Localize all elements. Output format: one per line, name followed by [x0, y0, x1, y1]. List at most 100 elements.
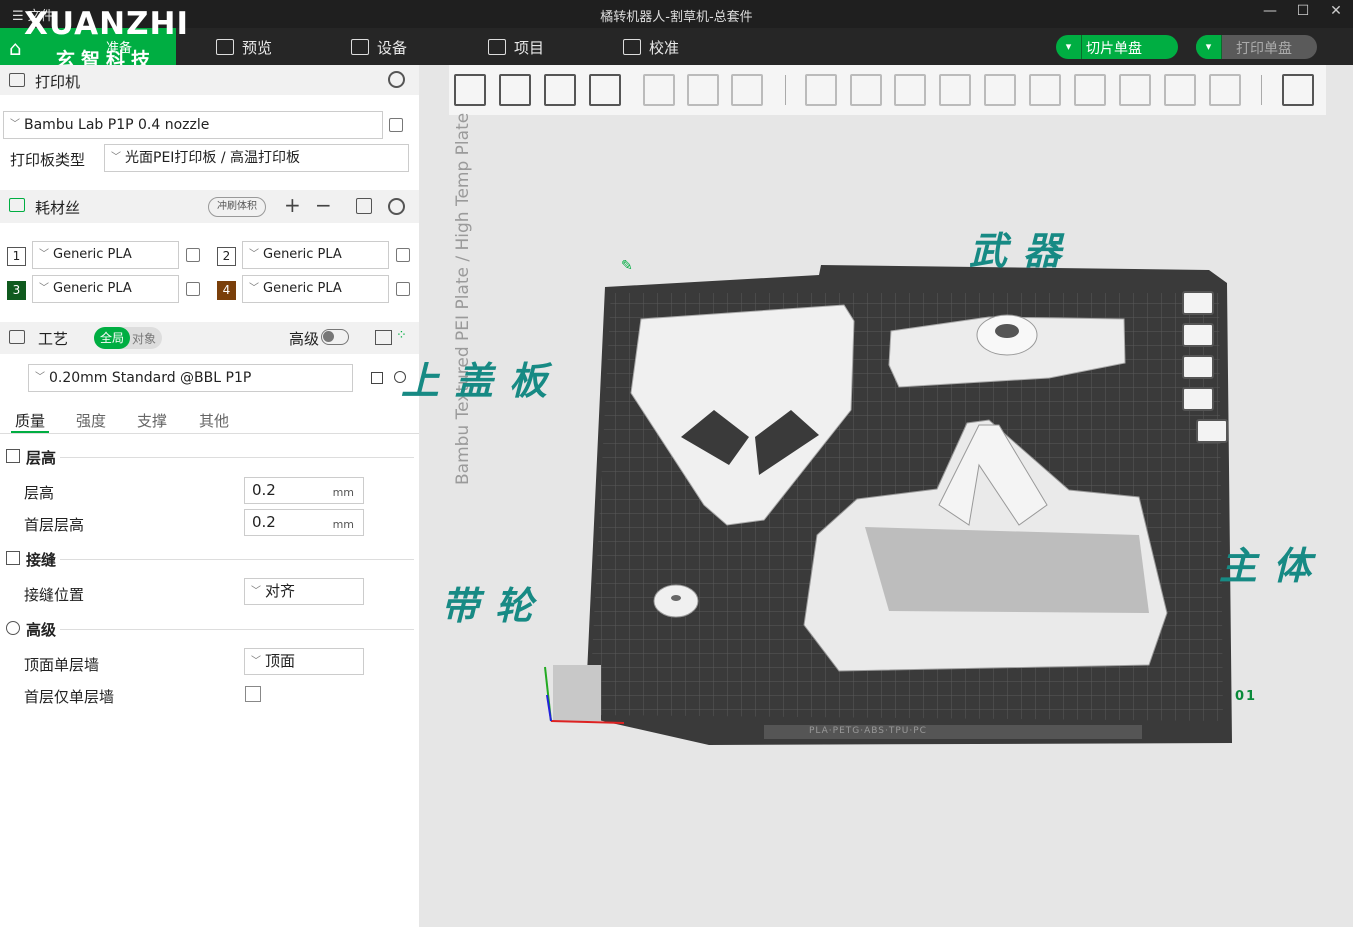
top-one-wall-select[interactable]: ﹀ 顶面: [244, 648, 364, 675]
window-title: 橘转机器人-割草机-总套件: [600, 10, 753, 25]
top-one-wall-label: 顶面单层墙: [24, 656, 100, 674]
chevron-down-icon: ﹀: [249, 283, 259, 294]
advanced-toggle[interactable]: [321, 329, 349, 345]
title-bar: ☰ 文件 橘转机器人-割草机-总套件 — ☐ ✕: [0, 0, 1353, 28]
filament-name-3: Generic PLA: [53, 281, 132, 296]
edit-icon[interactable]: [186, 248, 200, 262]
list-icon[interactable]: [375, 330, 392, 345]
filament-section-header: 耗材丝 冲刷体积 + −: [0, 190, 419, 223]
filament-name-4: Generic PLA: [263, 281, 342, 296]
layer-height-input[interactable]: 0.2 mm: [244, 477, 364, 504]
plate-settings-icon[interactable]: [1196, 419, 1228, 443]
edit-icon[interactable]: [186, 282, 200, 296]
chevron-down-icon[interactable]: ▾: [1196, 35, 1222, 59]
process-preset-select[interactable]: ﹀ 0.20mm Standard @BBL P1P: [28, 364, 353, 392]
build-plate: [544, 265, 1232, 745]
arrange-plate-icon[interactable]: [1182, 355, 1214, 379]
tab-device[interactable]: 设备: [351, 37, 407, 58]
close-button[interactable]: ✕: [1324, 3, 1348, 25]
advanced-label: 高级: [289, 330, 320, 348]
filament-icon: [9, 198, 25, 212]
unit-label: mm: [332, 486, 354, 499]
weapon-hole: [995, 324, 1019, 338]
seam-icon: [6, 551, 20, 565]
unit-label: mm: [332, 518, 354, 531]
filament-select-4[interactable]: ﹀ Generic PLA: [242, 275, 389, 303]
flush-volume-button[interactable]: 冲刷体积: [208, 197, 266, 217]
tab-others[interactable]: 其他: [199, 410, 229, 431]
chevron-down-icon: ﹀: [35, 372, 45, 383]
first-layer-height-value: 0.2: [252, 513, 276, 531]
gear-icon: [6, 621, 20, 635]
add-filament-button[interactable]: +: [284, 193, 301, 217]
edit-icon[interactable]: [396, 248, 410, 262]
lock-icon[interactable]: [1182, 387, 1214, 411]
minimize-button[interactable]: —: [1258, 3, 1282, 25]
plate-type-select[interactable]: ﹀ 光面PEI打印板 / 高温打印板: [104, 144, 409, 172]
toggle-knob: [323, 331, 334, 342]
tab-project[interactable]: 项目: [488, 37, 544, 58]
global-object-toggle[interactable]: 全局 对象: [94, 327, 162, 349]
tab-support[interactable]: 支撑: [137, 410, 167, 431]
maximize-button[interactable]: ☐: [1291, 3, 1315, 25]
print-plate-button[interactable]: ▾ 打印单盘: [1196, 35, 1317, 59]
calibration-icon: [623, 39, 641, 55]
edit-icon[interactable]: [396, 282, 410, 296]
tab-strength[interactable]: 强度: [76, 410, 106, 431]
printer-name: Bambu Lab P1P 0.4 nozzle: [24, 117, 210, 133]
print-plate-label: 打印单盘: [1236, 41, 1292, 57]
layers-icon: [216, 39, 234, 55]
delete-plate-icon[interactable]: [1182, 291, 1214, 315]
plate-type-value: 光面PEI打印板 / 高温打印板: [125, 150, 301, 166]
gear-icon[interactable]: [388, 198, 405, 215]
process-section-header: 工艺 全局 对象 高级 ⁘: [0, 322, 419, 354]
seam-position-label: 接缝位置: [24, 586, 85, 604]
logo-text: XUANZHI: [24, 6, 190, 42]
dots-icon[interactable]: ⁘: [396, 328, 407, 343]
plate-type-label: 打印板类型: [10, 151, 86, 169]
annotation-top-cover: 上盖板: [401, 358, 564, 403]
first-layer-one-wall-checkbox[interactable]: [245, 686, 261, 702]
3d-viewport[interactable]: Bambu Textured PEI Plate / High Temp Pla…: [401, 65, 1353, 927]
slice-plate-button[interactable]: ▾ 切片单盘: [1056, 35, 1178, 59]
tab-device-label: 设备: [377, 39, 408, 57]
tab-calibration[interactable]: 校准: [623, 37, 679, 58]
plate-edit-icon[interactable]: ✎: [621, 258, 633, 274]
tab-preview[interactable]: 预览: [216, 37, 272, 58]
project-icon: [488, 39, 506, 55]
filament-select-3[interactable]: ﹀ Generic PLA: [32, 275, 179, 303]
body-cavity: [865, 527, 1149, 613]
filament-select-2[interactable]: ﹀ Generic PLA: [242, 241, 389, 269]
annotation-weapon: 武器: [969, 228, 1078, 273]
chevron-down-icon: ﹀: [251, 586, 261, 597]
edit-icon[interactable]: [389, 118, 403, 132]
seam-position-select[interactable]: ﹀ 对齐: [244, 578, 364, 605]
toggle-object[interactable]: 对象: [132, 330, 156, 347]
orient-plate-icon[interactable]: [1182, 323, 1214, 347]
save-icon[interactable]: [371, 372, 383, 384]
first-layer-height-input[interactable]: 0.2 mm: [244, 509, 364, 536]
group-seam-title: 接缝: [26, 551, 57, 569]
printer-icon: [9, 73, 25, 87]
plate-footer-text: PLA·PETG·ABS·TPU·PC: [809, 726, 927, 736]
filament-slot-number: 4: [217, 281, 236, 300]
filament-select-1[interactable]: ﹀ Generic PLA: [32, 241, 179, 269]
seam-position-value: 对齐: [265, 582, 296, 600]
layer-height-label: 层高: [24, 484, 55, 502]
chevron-down-icon: ﹀: [10, 119, 20, 130]
printer-section-header: 打印机: [0, 65, 419, 95]
filament-slot-number: 3: [7, 281, 26, 300]
chevron-down-icon[interactable]: ▾: [1056, 35, 1082, 59]
tab-quality[interactable]: 质量: [15, 410, 45, 431]
sync-icon[interactable]: [356, 198, 372, 214]
slice-plate-label: 切片单盘: [1086, 41, 1142, 57]
tab-preview-label: 预览: [242, 39, 273, 57]
process-icon: [9, 330, 25, 344]
remove-filament-button[interactable]: −: [315, 193, 332, 217]
filament-section-title: 耗材丝: [35, 199, 81, 217]
gear-icon[interactable]: [388, 71, 405, 88]
nav-bar: ⌂ 准备 玄智科技 预览 设备 项目 校准 ▾ 切片单盘 ▾ 打印单盘: [0, 28, 1353, 71]
toggle-global[interactable]: 全局: [94, 327, 130, 349]
first-layer-one-wall-label: 首层仅单层墙: [24, 688, 115, 706]
printer-select[interactable]: ﹀ Bambu Lab P1P 0.4 nozzle: [3, 111, 383, 139]
